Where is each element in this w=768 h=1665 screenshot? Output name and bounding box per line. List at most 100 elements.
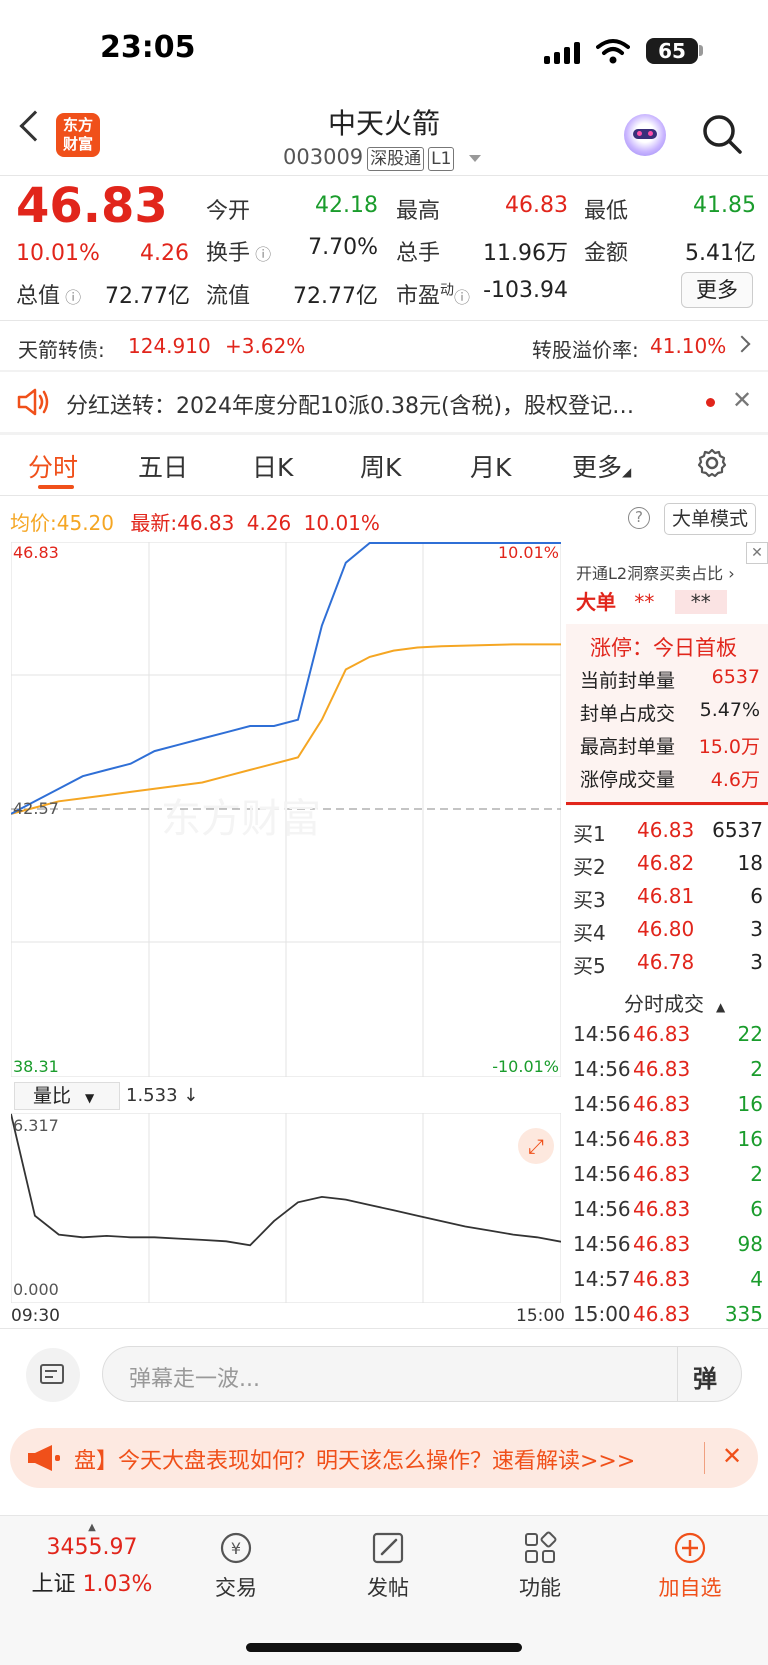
volume-value: 11.96万	[483, 241, 568, 266]
signal-icon	[544, 42, 580, 64]
search-icon[interactable]	[700, 112, 744, 156]
tab-weekly-k[interactable]: 周K	[360, 448, 401, 484]
amount-label: 金额	[584, 241, 629, 266]
market-banner[interactable]: 盘】今天大盘表现如何？明天该怎么操作？速看解读>>> ✕	[10, 1428, 758, 1488]
tab-more[interactable]: 更多◢	[572, 448, 631, 484]
intraday-chart[interactable]: 东方财富 46.83 10.01% 42.57 38.31 -10.01%	[11, 542, 561, 1077]
home-indicator	[246, 1643, 522, 1652]
danmaku-send-button[interactable]: 弹	[693, 1359, 717, 1394]
tab-intraday[interactable]: 分时	[28, 448, 78, 484]
premium-value: 41.10%	[650, 334, 727, 358]
stock-code-line[interactable]: 003009 深股通 L1	[283, 145, 482, 171]
grid-icon	[525, 1531, 557, 1563]
svg-text:¥: ¥	[231, 1539, 241, 1558]
turnover-label: 换手 ⓘ	[206, 241, 272, 266]
tick-row: 14:56 46.83 16	[573, 1092, 763, 1116]
bond-row[interactable]: 天箭转债: 124.910 +3.62% 转股溢价率: 41.10%	[0, 322, 768, 370]
tick-row: 14:56 46.83 16	[573, 1127, 763, 1151]
close-icon[interactable]: ✕	[732, 386, 752, 414]
order-book-row: 买5 46.78 3	[573, 950, 763, 978]
tab-monthly-k[interactable]: 月K	[470, 448, 511, 484]
tab-underline	[38, 485, 74, 489]
amount-value: 5.41亿	[685, 241, 756, 266]
megaphone-icon	[28, 1445, 60, 1471]
tab-five-day[interactable]: 五日	[138, 448, 188, 484]
tag-level: L1	[428, 147, 455, 171]
open-value: 42.18	[315, 193, 378, 218]
danmaku-input[interactable]: 弹幕走一波... 弹	[102, 1346, 742, 1402]
header-divider	[0, 175, 768, 176]
nav-post[interactable]: 发帖	[338, 1530, 438, 1602]
bond-label: 天箭转债:	[18, 338, 105, 362]
expand-icon[interactable]: ⤢	[518, 1128, 554, 1164]
notice-text: 分红送转：2024年度分配10派0.38元(含税)，股权登记…	[66, 394, 635, 419]
wifi-icon	[596, 39, 630, 64]
order-book-row: 买2 46.82 18	[573, 851, 763, 879]
nav-functions[interactable]: 功能	[490, 1530, 590, 1602]
chevron-down-icon	[469, 154, 482, 162]
quote-divider	[0, 320, 768, 321]
pe-value: -103.94	[483, 278, 568, 303]
trade-icon: ¥	[220, 1532, 252, 1564]
nav-add-watchlist[interactable]: 加自选	[640, 1530, 740, 1602]
current-price: 46.83	[16, 178, 168, 234]
volume-ratio-selector[interactable]: 量比 ▼	[14, 1082, 120, 1110]
volume-ratio-value: 1.533 ↓	[126, 1085, 199, 1106]
vr-min: 0.000	[13, 1280, 59, 1299]
premium-label: 转股溢价率:	[532, 338, 639, 362]
limit-row-1: 封单占成交 5.47%	[580, 699, 760, 725]
latest-value: 46.83	[177, 511, 235, 535]
low-value: 41.85	[693, 193, 756, 218]
turnover-value: 7.70%	[308, 235, 378, 260]
nav-trade[interactable]: ¥ 交易	[186, 1530, 286, 1602]
danmaku-placeholder: 弹幕走一波...	[129, 1367, 260, 1392]
banner-text: 盘】今天大盘表现如何？明天该怎么操作？速看解读>>>	[74, 1449, 636, 1474]
tick-row: 14:56 46.83 6	[573, 1197, 763, 1221]
more-button[interactable]: 更多	[681, 272, 753, 308]
order-book-row: 买4 46.80 3	[573, 917, 763, 945]
chart-header: 均价:45.20 最新:46.83 4.26 10.01%	[10, 511, 380, 535]
tick-row: 14:56 46.83 98	[573, 1232, 763, 1256]
mktcap-label: 总值 ⓘ	[16, 284, 82, 309]
tab-daily-k[interactable]: 日K	[252, 448, 293, 484]
chart-top-price: 46.83	[13, 543, 59, 562]
banner-close-icon[interactable]: ✕	[722, 1442, 742, 1470]
edit-icon	[372, 1532, 404, 1564]
ticks-title[interactable]: 分时成交 ▲	[624, 988, 725, 1017]
tick-row: 14:57 46.83 4	[573, 1267, 763, 1291]
chart-mid-price: 42.57	[13, 799, 59, 818]
change-pct: 10.01%	[16, 241, 100, 266]
time-end: 15:00	[516, 1306, 565, 1326]
pe-label: 市盈动ⓘ	[396, 282, 471, 309]
status-time: 23:05	[100, 30, 196, 65]
l2-close-icon[interactable]: ✕	[746, 542, 768, 564]
limit-row-0: 当前封单量 6537	[580, 666, 760, 692]
notice-bar[interactable]: 分红送转：2024年度分配10派0.38元(含税)，股权登记… ✕	[0, 372, 768, 432]
info-icon: ⓘ	[60, 288, 82, 307]
big-order-row: 大单 ** **	[576, 586, 727, 615]
chart-bottom-divider	[0, 1328, 768, 1329]
battery-tip	[699, 45, 703, 56]
big-order-mode-button[interactable]: 大单模式	[664, 503, 756, 535]
danmaku-settings-icon[interactable]	[26, 1348, 80, 1402]
speaker-icon	[17, 388, 49, 416]
limit-up-title: 涨停：今日首板	[590, 636, 737, 660]
tag-connect: 深股通	[367, 147, 425, 171]
robot-assistant-icon[interactable]	[624, 114, 666, 156]
chart-top-pct: 10.01%	[498, 543, 559, 562]
battery-icon: 65	[646, 38, 698, 64]
bond-price: 124.910	[128, 334, 211, 358]
index-ticker[interactable]: ▲ 3455.97 上证 1.03%	[22, 1522, 162, 1598]
notice-dot	[706, 398, 715, 407]
l2-promo[interactable]: 开通L2洞察买卖占比 ›	[576, 560, 735, 584]
stock-code: 003009	[283, 145, 364, 169]
notice-divider	[0, 432, 768, 435]
gear-icon[interactable]	[696, 447, 728, 479]
watermark: 东方财富	[161, 796, 321, 842]
chevron-right-icon	[733, 335, 751, 353]
tick-row: 14:56 46.83 22	[573, 1022, 763, 1046]
bond-change: +3.62%	[225, 334, 306, 358]
tick-row: 15:00 46.83 335	[573, 1302, 763, 1326]
help-icon[interactable]: ?	[628, 507, 650, 529]
float-value: 72.77亿	[293, 284, 378, 309]
